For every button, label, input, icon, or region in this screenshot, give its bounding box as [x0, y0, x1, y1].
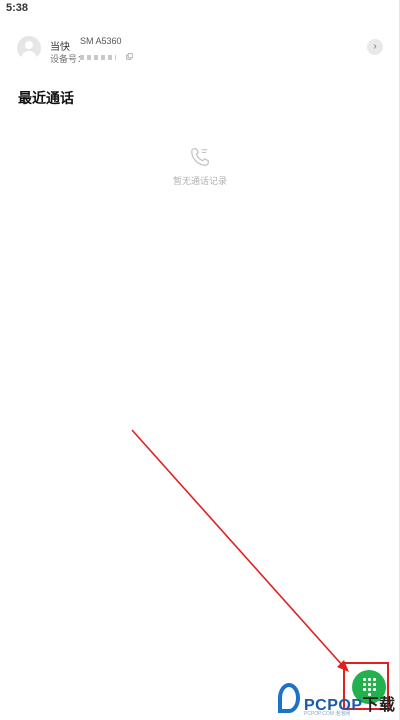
watermark-sub: PCPOP.COM 泡泡网	[304, 711, 351, 717]
watermark: PCPOP下载 PCPOP.COM 泡泡网	[274, 683, 400, 720]
annotation-arrow	[131, 429, 349, 672]
watermark-logo	[278, 683, 300, 713]
copy-icon[interactable]	[126, 53, 133, 60]
phone-call-icon	[191, 148, 209, 166]
device-header[interactable]: 当快 SM A5360 设备号： ›	[0, 30, 400, 66]
device-id-value	[80, 55, 116, 60]
phone-screen: 5:38 当快 SM A5360 设备号： › 最近通话 暂无通话记录 PCPO…	[0, 0, 400, 720]
status-time: 5:38	[6, 2, 29, 14]
device-model: SM A5360	[80, 36, 122, 46]
chevron-right-icon[interactable]: ›	[367, 39, 383, 55]
empty-state: 暂无通话记录	[150, 146, 250, 187]
recent-calls-title: 最近通话	[18, 90, 74, 106]
empty-state-text: 暂无通话记录	[172, 176, 227, 186]
app-name: 当快	[50, 42, 70, 53]
user-avatar-icon	[17, 36, 41, 60]
